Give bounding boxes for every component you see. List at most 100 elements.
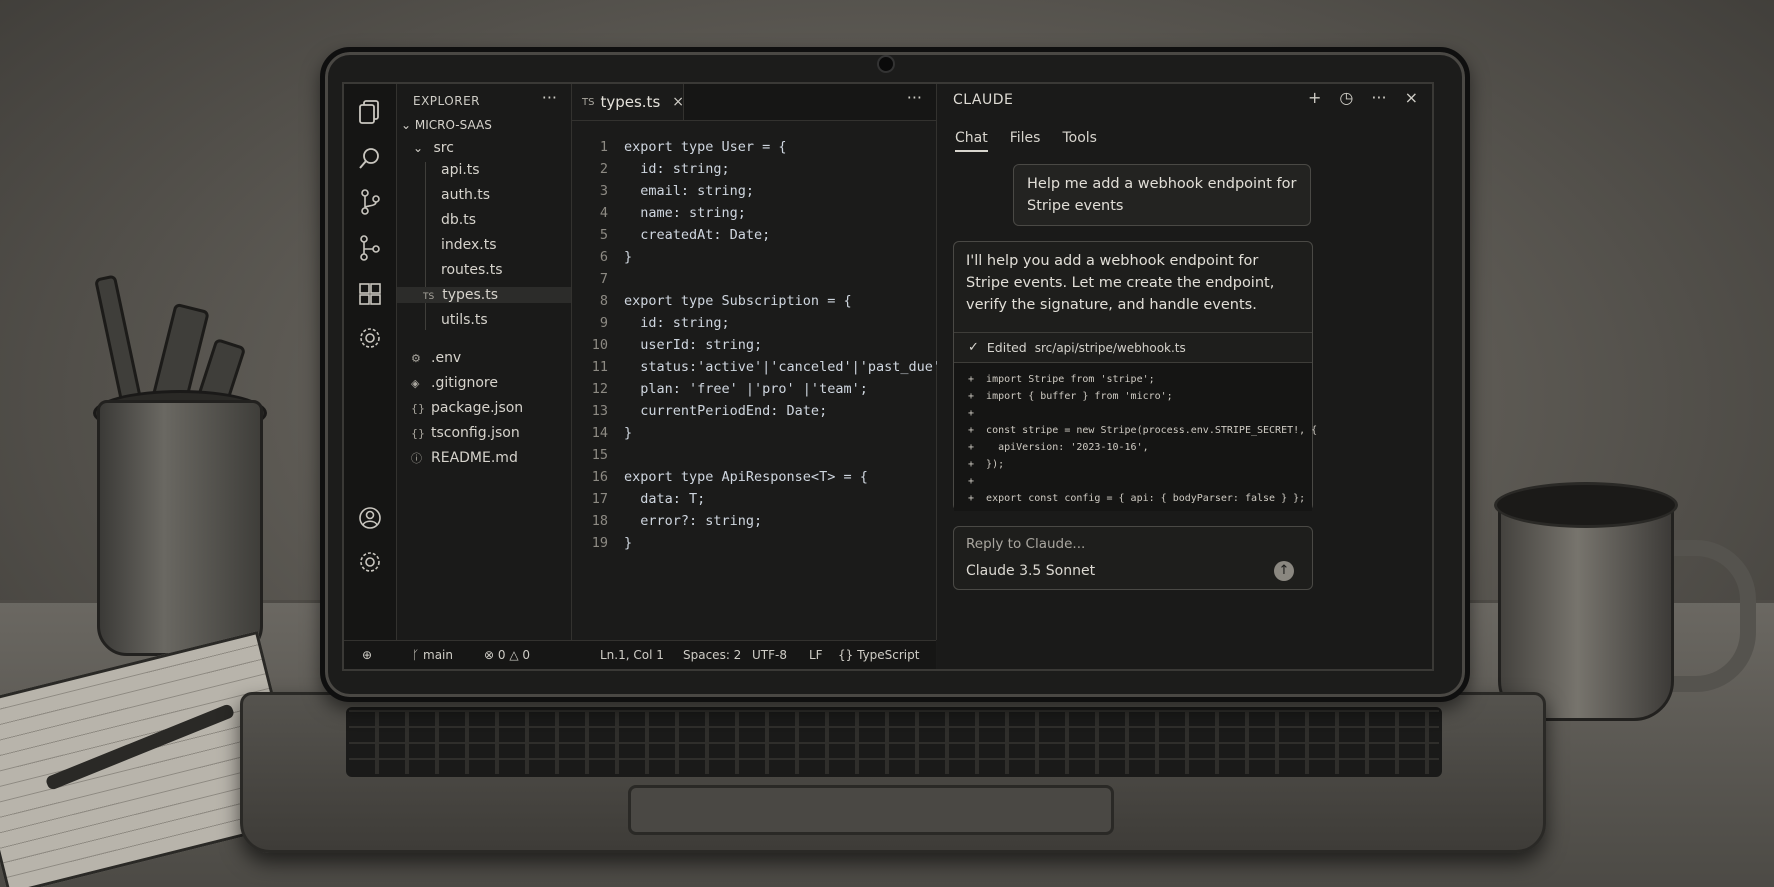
cursor-position[interactable]: Ln.1, Col 1 xyxy=(600,648,664,662)
code-text: } xyxy=(624,535,633,551)
folder-src[interactable]: ⌄ src xyxy=(413,140,454,156)
problems-status[interactable]: ⊗ 0 △ 0 xyxy=(484,648,530,662)
code-text: status:'active'|'canceled'|'past_due'; xyxy=(624,359,950,375)
line-number: 18 xyxy=(591,513,608,529)
close-icon[interactable]: × xyxy=(1405,88,1418,107)
file-label: tsconfig.json xyxy=(431,425,520,441)
tab-types-ts[interactable]: TS types.ts × xyxy=(572,84,684,120)
tab-chat[interactable]: Chat xyxy=(955,130,988,152)
code-text: export type ApiResponse<T> = { xyxy=(624,469,868,485)
diff-line: + apiVersion: '2023-10-16', xyxy=(968,442,1149,453)
encoding[interactable]: UTF-8 xyxy=(752,648,787,662)
indentation[interactable]: Spaces: 2 xyxy=(683,648,741,662)
code-text: currentPeriodEnd: Date; xyxy=(624,403,828,419)
assistant-message: I'll help you add a webhook endpoint for… xyxy=(953,241,1317,511)
reply-box[interactable]: Reply to Claude... Claude 3.5 Sonnet ↑ xyxy=(953,526,1313,590)
model-selector[interactable]: Claude 3.5 Sonnet xyxy=(966,563,1095,579)
diff-line: + xyxy=(968,408,975,419)
code-line: 17 data: T; xyxy=(572,488,706,510)
line-number: 15 xyxy=(591,447,608,463)
file-item[interactable]: utils.ts xyxy=(441,312,488,328)
tab-tools[interactable]: Tools xyxy=(1062,130,1097,152)
info-circle-icon: ⓘ xyxy=(411,452,422,465)
file-item[interactable]: ⚙ .env xyxy=(411,350,461,366)
file-label: auth.ts xyxy=(441,187,491,203)
source-control-icon[interactable] xyxy=(354,186,386,218)
send-arrow-icon[interactable]: ↑ xyxy=(1274,561,1294,581)
file-item[interactable]: {} tsconfig.json xyxy=(411,425,520,441)
close-icon[interactable]: × xyxy=(672,94,684,110)
edited-file-header[interactable]: ✓ Edited src/api/stripe/webhook.ts xyxy=(954,332,1312,362)
code-text: userId: string; xyxy=(624,337,763,353)
chevron-down-icon: ⌄ xyxy=(413,141,424,155)
language-mode[interactable]: {} TypeScript xyxy=(838,648,919,662)
more-icon[interactable]: ··· xyxy=(1371,88,1386,107)
new-chat-icon[interactable]: + xyxy=(1308,88,1321,107)
file-item[interactable]: ⓘ README.md xyxy=(411,450,518,466)
branch-name: main xyxy=(423,648,453,662)
code-line: 9 id: string; xyxy=(572,312,730,334)
diff-line: + xyxy=(968,476,975,487)
file-label: README.md xyxy=(431,450,518,466)
code-text: error?: string; xyxy=(624,513,763,529)
chevron-down-icon: ⌄ xyxy=(401,118,412,132)
tree-indent-guide xyxy=(425,162,426,330)
file-item[interactable]: routes.ts xyxy=(441,262,503,278)
claude-panel-footer xyxy=(937,640,1432,669)
file-item[interactable]: api.ts xyxy=(441,162,480,178)
account-icon[interactable] xyxy=(354,502,386,534)
file-label: package.json xyxy=(431,400,524,416)
extensions-icon[interactable] xyxy=(354,278,386,310)
code-editor: TS types.ts × ··· 1 export type User = {2… xyxy=(572,84,949,640)
line-endings[interactable]: LF xyxy=(809,648,823,662)
line-number: 3 xyxy=(599,183,608,199)
diff-line: + const stripe = new Stripe(process.env.… xyxy=(968,425,1318,436)
folder-root[interactable]: ⌄ MICRO-SAAS xyxy=(401,118,492,132)
pen-cup xyxy=(97,400,263,656)
files-icon[interactable] xyxy=(354,96,386,128)
code-line: 4 name: string; xyxy=(572,202,746,224)
file-item[interactable]: ◈ .gitignore xyxy=(411,375,498,391)
line-number: 11 xyxy=(591,359,608,375)
json-braces-icon: {} xyxy=(411,427,425,440)
line-number: 12 xyxy=(591,381,608,397)
file-item[interactable]: db.ts xyxy=(441,212,476,228)
tab-files[interactable]: Files xyxy=(1010,130,1041,152)
code-line: 6} xyxy=(572,246,632,268)
file-item[interactable]: TS types.ts xyxy=(397,287,571,303)
file-item[interactable]: index.ts xyxy=(441,237,497,253)
remote-icon[interactable]: ⊕ xyxy=(362,648,372,662)
code-text: id: string; xyxy=(624,315,730,331)
file-label: types.ts xyxy=(442,287,499,303)
line-number: 5 xyxy=(599,227,608,243)
reply-input[interactable]: Reply to Claude... xyxy=(966,536,1085,552)
code-text: export type Subscription = { xyxy=(624,293,852,309)
editor-more-button[interactable]: ··· xyxy=(907,88,922,107)
settings-icon[interactable] xyxy=(354,322,386,354)
line-number: 8 xyxy=(599,293,608,309)
file-label: index.ts xyxy=(441,237,497,253)
file-label: utils.ts xyxy=(441,312,488,328)
explorer-more-button[interactable]: ··· xyxy=(542,88,557,107)
branch-status[interactable]: ᚴ main xyxy=(412,648,453,662)
diff-preview: + import Stripe from 'stripe'; + import {… xyxy=(954,362,1317,511)
claude-panel: CLAUDE + ◷ ··· × Chat Files Tools Help m… xyxy=(937,84,1432,640)
folder-root-label: MICRO-SAAS xyxy=(414,118,492,132)
mug-coffee xyxy=(1494,482,1678,528)
explorer-title: EXPLORER xyxy=(413,94,480,108)
search-icon[interactable] xyxy=(354,142,386,174)
manage-gear-icon[interactable] xyxy=(354,546,386,578)
check-icon: ✓ xyxy=(968,340,979,355)
desk-scene: EXPLORER ··· ⌄ MICRO-SAAS ⌄ src api.ts au… xyxy=(0,0,1774,887)
diff-line: + }); xyxy=(968,459,1005,470)
code-line: 12 plan: 'free' |'pro' |'team'; xyxy=(572,378,868,400)
status-bar: ⊕ ᚴ main ⊗ 0 △ 0 Ln.1, Col 1 Spaces: 2 U… xyxy=(344,640,936,669)
file-item[interactable]: {} package.json xyxy=(411,400,523,416)
line-number: 16 xyxy=(591,469,608,485)
typescript-icon: TS xyxy=(582,96,595,108)
assistant-message-text: I'll help you add a webhook endpoint for… xyxy=(966,253,1275,313)
history-icon[interactable]: ◷ xyxy=(1339,88,1353,107)
file-item[interactable]: auth.ts xyxy=(441,187,490,203)
line-number: 17 xyxy=(591,491,608,507)
git-branch-icon[interactable] xyxy=(354,232,386,264)
